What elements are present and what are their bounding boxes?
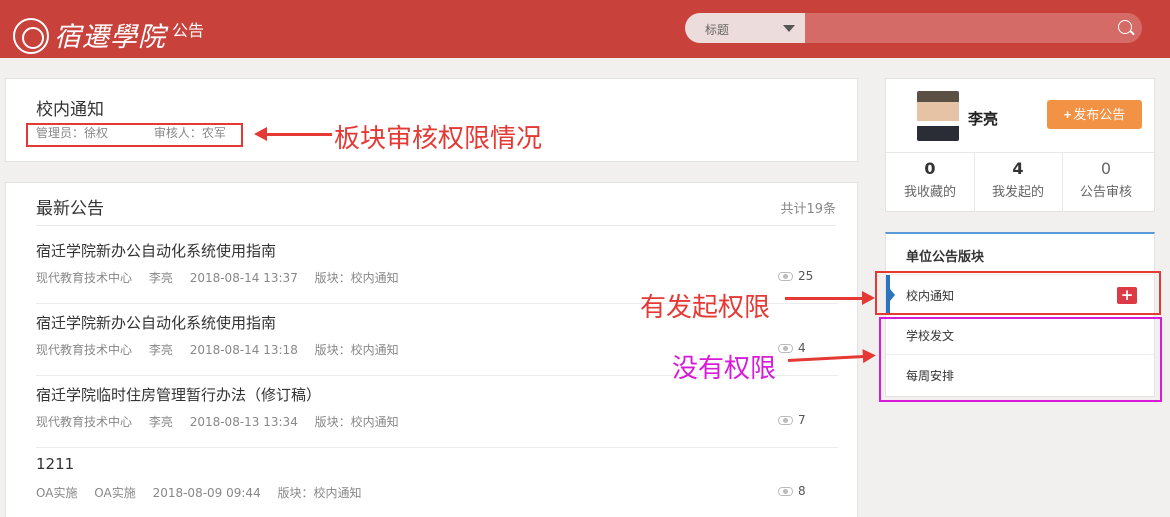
stat-label: 我收藏的	[903, 185, 956, 200]
school-emblem-icon	[13, 18, 49, 54]
stat-label: 公告审核	[1079, 185, 1132, 200]
list-item[interactable]: 1211 OA实施 OA实施 2018-08-09 09:44 版块：校内通知 …	[36, 447, 838, 517]
annotation-board-permissions: 板块审核权限情况	[334, 124, 543, 154]
announcement-dept: 现代教育技术中心	[36, 343, 133, 357]
eye-icon	[778, 272, 793, 281]
stat-number: 0	[1100, 159, 1112, 178]
announcement-author: OA实施	[94, 486, 136, 500]
announcement-author: 李亮	[148, 415, 173, 429]
eye-icon	[778, 416, 793, 425]
chevron-down-icon	[783, 25, 795, 32]
annotation-box-no-permission	[879, 317, 1162, 402]
views-number: 8	[798, 484, 806, 498]
announcement-board: 版块：校内通知	[314, 343, 399, 357]
search-bar: 标题	[685, 13, 1142, 43]
announcement-dept: OA实施	[36, 486, 78, 500]
announcement-time: 2018-08-14 13:18	[189, 343, 298, 357]
plus-icon: +	[1063, 107, 1072, 122]
annotation-box-can-publish	[875, 271, 1161, 315]
eye-icon	[778, 344, 793, 353]
category-header: 单位公告版块	[906, 250, 985, 265]
search-field-label: 标题	[705, 23, 730, 37]
announcement-time: 2018-08-13 13:34	[189, 415, 298, 429]
list-item[interactable]: 宿迁学院临时住房管理暂行办法（修订稿） 现代教育技术中心 李亮 2018-08-…	[36, 376, 838, 448]
announcement-meta: OA实施 OA实施 2018-08-09 09:44 版块：校内通知	[36, 484, 375, 501]
divider	[36, 225, 836, 226]
announcement-time: 2018-08-09 09:44	[152, 486, 261, 500]
annotation-no-permission: 没有权限	[672, 354, 777, 384]
announcement-meta: 现代教育技术中心 李亮 2018-08-13 13:34 版块：校内通知	[36, 413, 412, 430]
annotation-arrow	[254, 127, 332, 141]
announcement-meta: 现代教育技术中心 李亮 2018-08-14 13:37 版块：校内通知	[36, 269, 412, 286]
announcement-time: 2018-08-14 13:37	[189, 271, 298, 285]
stat-review[interactable]: 0 公告审核	[1062, 159, 1150, 200]
annotation-can-publish: 有发起权限	[640, 293, 771, 323]
announcement-author: 李亮	[148, 271, 173, 285]
list-total-count: 共计19条	[780, 202, 836, 217]
annotation-arrow	[785, 291, 875, 305]
board-title: 校内通知	[36, 100, 104, 120]
avatar	[917, 91, 959, 141]
stat-favorites[interactable]: 0 我收藏的	[886, 159, 974, 200]
announcement-board: 版块：校内通知	[314, 415, 399, 429]
annotation-box-board-permissions	[26, 123, 243, 147]
announcement-title[interactable]: 宿迁学院临时住房管理暂行办法（修订稿）	[36, 384, 321, 405]
announcement-board: 版块：校内通知	[277, 486, 362, 500]
user-profile-card: 李亮 + 发布公告 0 我收藏的 4 我发起的 0 公告审核	[885, 78, 1155, 212]
stat-label: 我发起的	[991, 185, 1044, 200]
announcement-title[interactable]: 宿迁学院新办公自动化系统使用指南	[36, 312, 276, 333]
views-number: 25	[798, 269, 814, 283]
eye-icon	[778, 487, 793, 496]
announcement-dept: 现代教育技术中心	[36, 415, 133, 429]
search-input[interactable]	[805, 13, 1142, 43]
publish-label: 发布公告	[1073, 107, 1126, 122]
publish-announcement-button[interactable]: + 发布公告	[1047, 100, 1142, 129]
views-number: 7	[798, 413, 806, 427]
announcement-title[interactable]: 宿迁学院新办公自动化系统使用指南	[36, 240, 276, 261]
list-title: 最新公告	[36, 199, 104, 219]
announcement-dept: 现代教育技术中心	[36, 271, 133, 285]
user-name: 李亮	[968, 110, 999, 128]
stat-initiated[interactable]: 4 我发起的	[974, 159, 1062, 200]
school-logo-text: 宿遷學院	[54, 22, 166, 53]
stat-number: 4	[1012, 159, 1024, 178]
stat-number: 0	[924, 159, 936, 178]
search-icon[interactable]	[1118, 20, 1132, 34]
divider	[886, 152, 1154, 153]
announcement-author: 李亮	[148, 343, 173, 357]
module-title: 公告	[172, 21, 205, 40]
announcement-title[interactable]: 1211	[36, 455, 74, 473]
announcement-board: 版块：校内通知	[314, 271, 399, 285]
views-number: 4	[798, 341, 806, 355]
announcement-meta: 现代教育技术中心 李亮 2018-08-14 13:18 版块：校内通知	[36, 341, 412, 358]
search-field-select[interactable]: 标题	[685, 13, 805, 43]
top-header: 宿遷學院 公告 标题	[0, 0, 1170, 58]
